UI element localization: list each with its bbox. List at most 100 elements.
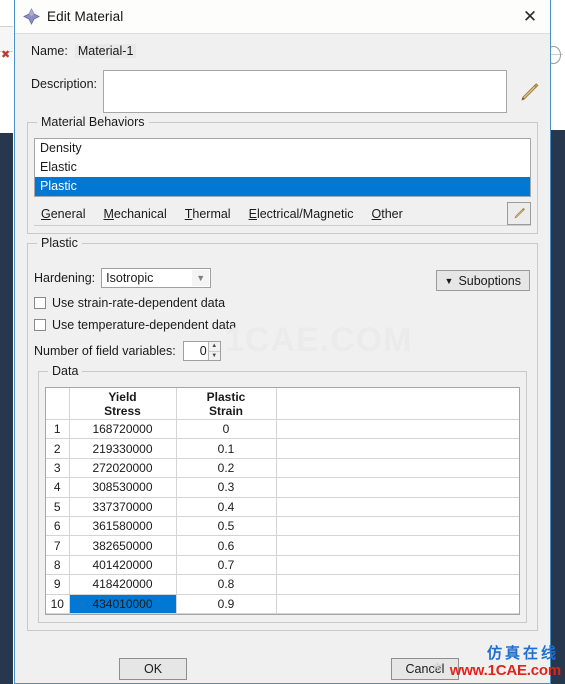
cell-spacer [276,497,519,517]
behavior-item-plastic[interactable]: Plastic [35,177,530,196]
cell-yield-stress[interactable]: 219330000 [69,438,177,459]
table-row[interactable]: 3 272020000 0.2 [46,458,519,479]
row-index: 4 [46,477,70,498]
table-row[interactable]: 6 361580000 0.5 [46,516,519,537]
edit-material-dialog: Edit Material ✕ Name: Material-1 Descrip… [14,0,551,684]
description-row: Description: [23,70,542,113]
behavior-pencil-button[interactable] [507,202,531,225]
header-yield-stress: Yield Stress [69,388,177,420]
bg-viewport-left [0,133,13,684]
cell-spacer [276,535,519,556]
cell-plastic-strain[interactable]: 0.1 [176,438,277,459]
table-row[interactable]: 4 308530000 0.3 [46,477,519,498]
table-header-row: Yield Stress Plastic Strain [46,388,519,420]
header-index [46,388,70,420]
data-group-inner: Yield Stress Plastic Strain 1 168720000 … [45,372,520,615]
cell-plastic-strain[interactable]: 0.6 [176,535,277,556]
stepper-up-icon[interactable]: ▲ [207,342,220,352]
description-pencil-icon[interactable] [517,80,542,105]
cell-yield-stress[interactable]: 382650000 [69,535,177,556]
row-index: 2 [46,438,70,459]
stepper-buttons[interactable]: ▲ ▼ [207,342,220,360]
close-icon[interactable]: ✕ [519,6,541,28]
cell-plastic-strain[interactable]: 0.9 [176,594,277,614]
temperature-checkbox[interactable] [34,319,46,331]
cell-plastic-strain[interactable]: 0.2 [176,458,277,479]
description-input[interactable] [103,70,507,113]
menu-electrical-magnetic[interactable]: Electrical/Magnetic [248,207,355,221]
cell-spacer [276,419,519,440]
table-row[interactable]: 10 434010000 0.9 [46,594,519,614]
hardening-label: Hardening: [34,271,96,285]
menu-other[interactable]: Other [371,207,404,221]
field-variables-row: Number of field variables: 0 ▲ ▼ [34,341,531,361]
menu-other-accel: O [371,207,382,221]
suboptions-button[interactable]: ▼ Suboptions [435,270,530,291]
cell-spacer [276,555,519,576]
cell-yield-stress[interactable]: 308530000 [69,477,177,498]
cell-yield-stress[interactable]: 418420000 [69,574,177,595]
table-row[interactable]: 8 401420000 0.7 [46,555,519,576]
header-plastic-strain: Plastic Strain [176,388,277,420]
cell-plastic-strain[interactable]: 0.7 [176,555,277,576]
menu-general-label: eneral [50,207,86,221]
table-row[interactable]: 7 382650000 0.6 [46,535,519,556]
behavior-item-density[interactable]: Density [35,139,530,158]
strain-rate-checkbox[interactable] [34,297,46,309]
stepper-down-icon[interactable]: ▼ [207,351,220,360]
cell-plastic-strain[interactable]: 0 [176,419,277,440]
menu-general[interactable]: General [40,207,86,221]
cell-spacer [276,516,519,537]
cell-spacer [276,458,519,479]
header-yield-stress-line1: Yield [108,389,137,404]
plastic-data-table[interactable]: Yield Stress Plastic Strain 1 168720000 … [46,388,519,614]
table-row[interactable]: 1 168720000 0 [46,419,519,440]
strain-rate-checkbox-row[interactable]: Use strain-rate-dependent data [34,296,531,310]
cell-plastic-strain[interactable]: 0.5 [176,516,277,537]
cell-yield-stress[interactable]: 168720000 [69,419,177,440]
menu-mechanical[interactable]: Mechanical [102,207,167,221]
data-table-container: Yield Stress Plastic Strain 1 168720000 … [45,387,520,615]
dialog-title: Edit Material [47,9,124,24]
hardening-value: Isotropic [106,271,154,285]
abaqus-material-icon [23,8,40,25]
behavior-pencil-icon [514,207,525,219]
plastic-group: Plastic Hardening: Isotropic ▼ ▼ Subopti… [27,236,538,631]
cell-plastic-strain[interactable]: 0.3 [176,477,277,498]
header-spacer [276,388,519,420]
caret-down-icon: ▼ [444,275,454,286]
cell-yield-stress[interactable]: 401420000 [69,555,177,576]
table-row[interactable]: 2 219330000 0.1 [46,438,519,459]
row-index: 8 [46,555,70,576]
table-row[interactable]: 5 337370000 0.4 [46,497,519,517]
cell-yield-stress[interactable]: 337370000 [69,497,177,517]
table-row[interactable]: 9 418420000 0.8 [46,574,519,595]
cell-plastic-strain[interactable]: 0.8 [176,574,277,595]
ok-button[interactable]: OK [119,658,187,680]
header-yield-stress-line2: Stress [104,403,141,418]
menu-general-accel: G [41,207,51,221]
menu-mechanical-accel: M [103,207,114,221]
menu-other-label: ther [381,207,403,221]
menu-thermal-label: hermal [192,207,231,221]
suboptions-label: Suboptions [458,273,521,288]
dialog-titlebar[interactable]: Edit Material ✕ [15,0,550,34]
cell-yield-stress[interactable]: 361580000 [69,516,177,537]
material-name-field[interactable]: Material-1 [74,44,137,58]
temperature-checkbox-row[interactable]: Use temperature-dependent data [34,318,531,332]
hardening-select[interactable]: Isotropic ▼ [101,268,212,288]
row-index: 5 [46,497,70,517]
strain-rate-label: Use strain-rate-dependent data [52,296,226,310]
behavior-item-elastic[interactable]: Elastic [35,158,530,177]
cell-plastic-strain[interactable]: 0.4 [176,497,277,517]
row-index: 9 [46,574,70,595]
menu-electrical-label: lectrical/Magnetic [256,207,354,221]
field-variables-stepper[interactable]: 0 ▲ ▼ [182,341,221,361]
menu-thermal[interactable]: Thermal [184,207,232,221]
temperature-label: Use temperature-dependent data [52,318,237,332]
material-behaviors-list[interactable]: Density Elastic Plastic [34,138,531,197]
cell-yield-stress-selected[interactable]: 434010000 [69,594,177,614]
row-index: 7 [46,535,70,556]
cancel-button[interactable]: Cancel [391,658,459,680]
cell-yield-stress[interactable]: 272020000 [69,458,177,479]
